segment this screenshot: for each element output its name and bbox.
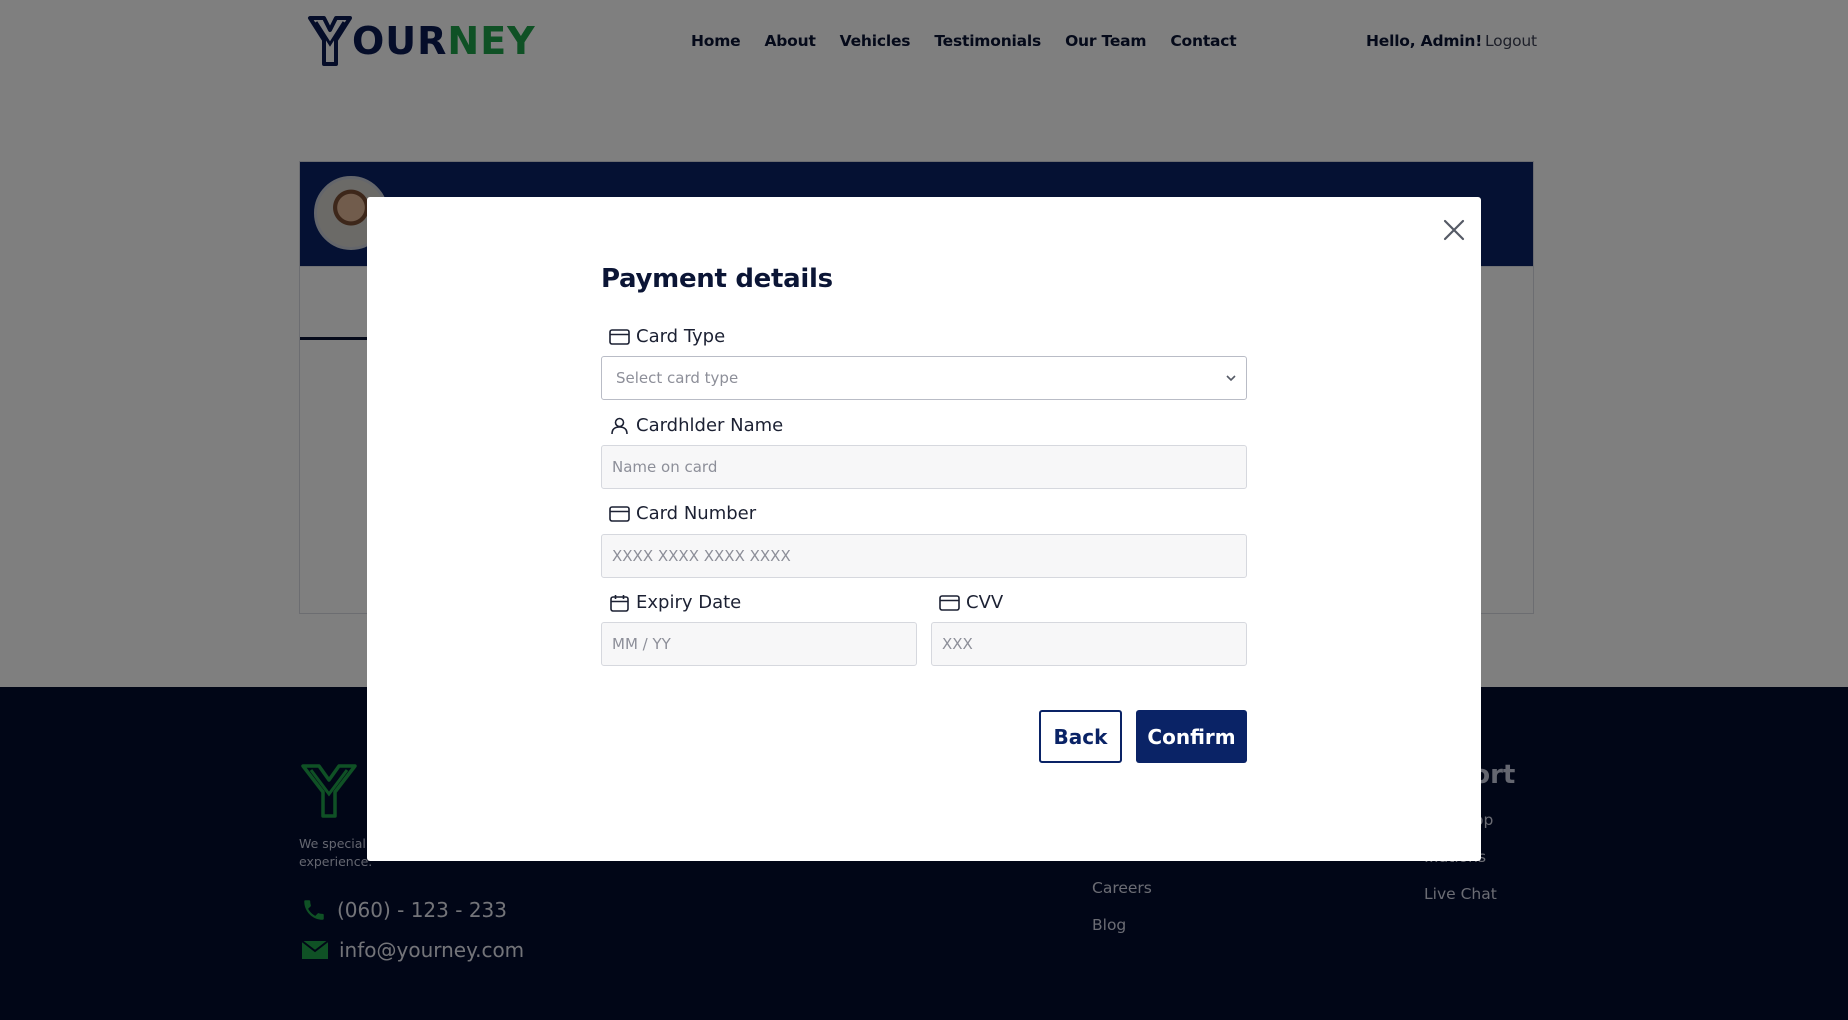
card-number-label-text: Card Number	[636, 503, 757, 524]
user-icon	[611, 417, 628, 434]
back-button[interactable]: Back	[1039, 710, 1122, 763]
card-type-label: Card Type	[609, 326, 725, 347]
cvv-label: CVV	[939, 592, 1003, 613]
credit-card-icon	[609, 328, 630, 345]
close-icon[interactable]	[1438, 214, 1470, 246]
card-type-label-text: Card Type	[636, 326, 726, 347]
cardholder-label-text: Cardhlder Name	[636, 415, 784, 436]
calendar-icon	[610, 594, 629, 612]
expiry-date-label: Expiry Date	[609, 592, 741, 613]
card-type-select-value: Select card type	[616, 369, 739, 387]
modal-title: Payment details	[601, 264, 833, 294]
credit-card-icon	[939, 594, 960, 611]
expiry-date-label-text: Expiry Date	[636, 592, 742, 613]
cvv-label-text: CVV	[966, 592, 1004, 613]
payment-modal: Payment details Card Type Select card ty…	[367, 197, 1481, 861]
cardholder-label: Cardhlder Name	[609, 415, 783, 436]
cvv-input[interactable]	[931, 622, 1247, 666]
chevron-down-icon	[1226, 375, 1236, 382]
card-type-select[interactable]: Select card type	[601, 356, 1247, 400]
card-number-input[interactable]	[601, 534, 1247, 578]
confirm-button[interactable]: Confirm	[1136, 710, 1247, 763]
card-number-label: Card Number	[609, 503, 756, 524]
expiry-date-input[interactable]	[601, 622, 917, 666]
credit-card-icon	[609, 505, 630, 522]
cardholder-name-input[interactable]	[601, 445, 1247, 489]
